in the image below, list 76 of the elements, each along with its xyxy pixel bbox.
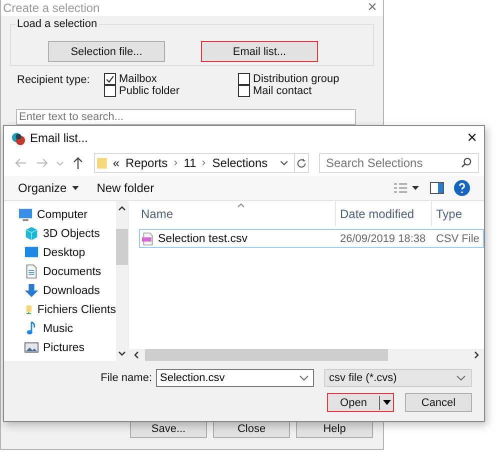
monitor-icon — [18, 207, 33, 222]
desktop-icon — [24, 245, 39, 260]
caret-icon — [456, 375, 466, 381]
scroll-right-icon[interactable] — [474, 351, 480, 359]
nav-item[interactable]: Music — [4, 319, 116, 338]
chevron-icon — [174, 159, 178, 167]
search-field[interactable]: Enter text to search... — [16, 109, 356, 125]
nav-item[interactable]: Fichiers Clients — [4, 300, 116, 319]
image-icon — [24, 340, 39, 355]
cancel-button[interactable]: Cancel — [405, 393, 472, 412]
breadcrumb-item[interactable]: Selections — [212, 156, 268, 170]
column-header[interactable]: Name — [129, 201, 335, 226]
csv-file-icon — [142, 232, 154, 246]
load-button[interactable]: Email list... — [201, 41, 318, 62]
scrollbar[interactable] — [116, 201, 128, 361]
caret-icon — [383, 400, 391, 405]
cube-icon — [24, 226, 39, 241]
caret-icon[interactable] — [280, 159, 288, 167]
nav-item[interactable]: Documents — [4, 262, 116, 281]
sort-caret-icon — [237, 203, 245, 208]
scrollbar-thumb[interactable] — [145, 349, 388, 361]
file-row[interactable]: Selection test.csv 26/09/2019 18:38 CSV File — [139, 229, 484, 248]
toolbar-button[interactable]: New folder — [92, 181, 158, 195]
file-name-label: File name: — [100, 372, 152, 384]
scrollbar-thumb[interactable] — [116, 229, 128, 265]
chevron-icon — [202, 159, 206, 167]
scroll-left-icon[interactable] — [133, 351, 139, 359]
document-icon — [24, 264, 39, 279]
search-field[interactable]: Search Selections — [319, 153, 479, 173]
checkbox[interactable] — [238, 85, 250, 97]
group-title: Load a selection — [16, 18, 98, 30]
type-cell-text: CSV File — [435, 232, 480, 244]
caret-icon — [72, 186, 79, 190]
checkbox-label: Mailbox — [119, 73, 157, 85]
checkbox-label: Mail contact — [253, 85, 312, 97]
date-cell-text: 26/09/2019 18:38 — [339, 232, 427, 244]
toolbar-button[interactable]: Organize — [14, 181, 83, 195]
breadcrumb-item[interactable]: Reports — [126, 156, 168, 170]
breadcrumb-item[interactable]: 11 — [184, 156, 196, 170]
window-title: Create a selection — [3, 1, 100, 15]
nav-item[interactable]: Pictures — [4, 338, 116, 357]
scrollbar[interactable] — [129, 349, 484, 361]
view-options-icon[interactable] — [394, 182, 420, 194]
checkbox[interactable] — [104, 85, 116, 97]
nav-item[interactable]: 3D Objects — [4, 224, 116, 243]
app-icon — [11, 130, 26, 146]
scroll-down-icon[interactable] — [118, 351, 126, 357]
file-name: Selection test.csv — [158, 232, 248, 244]
checkbox-label: Public folder — [119, 85, 180, 97]
help-icon[interactable] — [454, 180, 470, 196]
refresh-button[interactable] — [294, 154, 308, 172]
load-button[interactable]: Selection file... — [48, 41, 165, 62]
search-icon — [461, 157, 472, 168]
open-button[interactable]: Open — [327, 393, 394, 412]
file-name-field[interactable]: Selection.csv — [156, 369, 314, 387]
scroll-up-icon[interactable] — [118, 205, 126, 211]
preview-pane-icon[interactable] — [430, 182, 444, 194]
checkbox[interactable] — [238, 73, 250, 85]
column-header[interactable]: Type — [431, 201, 484, 226]
nav-item[interactable]: Desktop — [4, 243, 116, 262]
column-header[interactable]: Date modified — [335, 201, 431, 226]
path-prefix[interactable]: « — [112, 156, 120, 170]
up-arrow-icon[interactable] — [71, 156, 85, 170]
recipient-label: Recipient type: — [16, 73, 91, 88]
file-type-dropdown[interactable]: csv file (*.cvs) — [324, 369, 472, 387]
address-bar[interactable]: « Reports 11 Selections — [94, 153, 309, 173]
caret-icon[interactable] — [299, 375, 309, 381]
close-button[interactable]: × — [467, 128, 477, 148]
window-title: Email list... — [30, 131, 88, 145]
nav-item[interactable]: Downloads — [4, 281, 116, 300]
checkbox[interactable] — [104, 73, 116, 85]
close-button[interactable]: × — [368, 0, 377, 16]
checkbox-label: Distribution group — [253, 73, 340, 85]
nav-item[interactable]: Computer — [4, 205, 116, 224]
folder-icon — [97, 155, 107, 171]
download-arrow-icon — [24, 283, 39, 298]
